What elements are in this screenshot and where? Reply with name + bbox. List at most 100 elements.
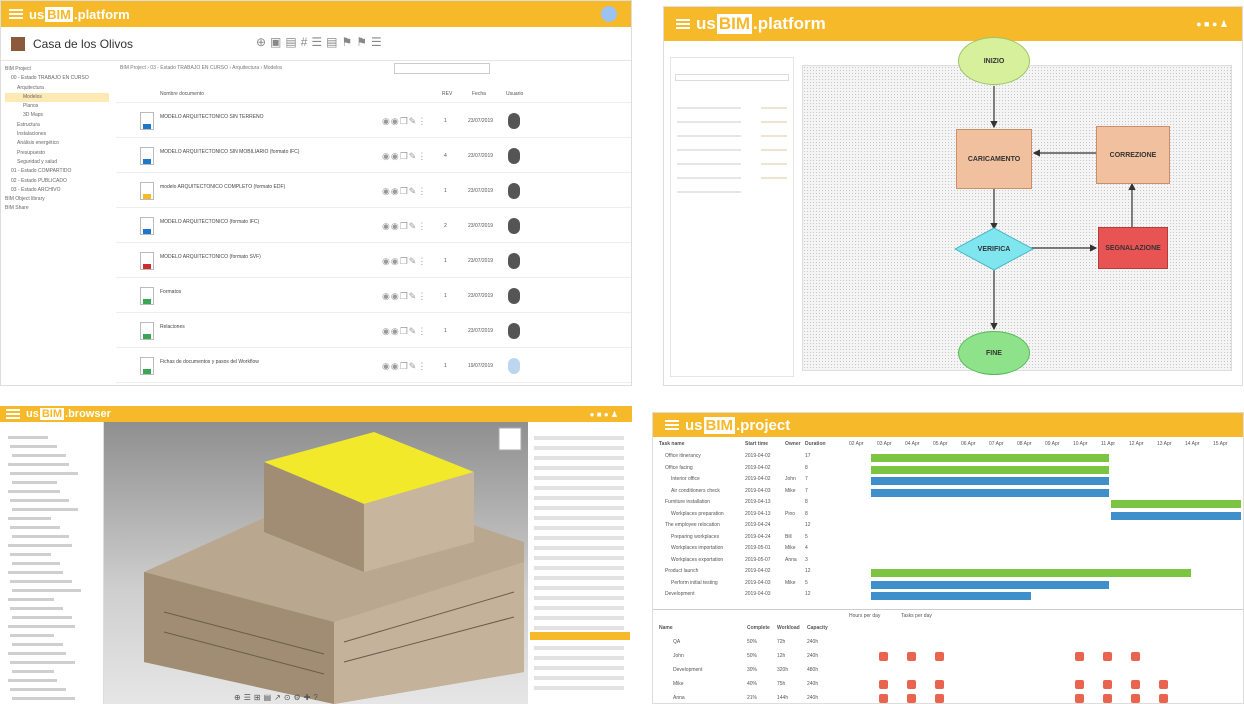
- menu-icon[interactable]: [6, 409, 20, 419]
- tree-item[interactable]: Estructura: [5, 121, 109, 130]
- resource-cell[interactable]: 75h: [777, 681, 785, 687]
- tree-item[interactable]: BIM Project: [5, 65, 109, 74]
- task-cell[interactable]: Workplaces importation: [671, 545, 751, 551]
- row-actions[interactable]: ◉◉❐✎⋮: [382, 291, 427, 302]
- resource-col-header[interactable]: Complete: [747, 625, 770, 631]
- table-row[interactable]: Fichas de documentos y pasos del Workflo…: [116, 350, 631, 383]
- tree-row[interactable]: [12, 535, 69, 538]
- resource-cell[interactable]: 21%: [747, 695, 757, 701]
- gantt-bar[interactable]: [871, 592, 1031, 600]
- tree-row[interactable]: [8, 463, 69, 466]
- task-cell[interactable]: 2019-04-02: [745, 476, 781, 482]
- fix-node[interactable]: CORREZIONE: [1096, 126, 1170, 184]
- tree-row[interactable]: [10, 607, 63, 610]
- gantt-bar[interactable]: [1111, 500, 1241, 508]
- task-cell[interactable]: 8: [805, 511, 841, 517]
- resource-cell[interactable]: 50%: [747, 653, 757, 659]
- task-cell[interactable]: Product launch: [665, 568, 745, 574]
- end-node[interactable]: FINE: [958, 331, 1030, 375]
- gantt-col-header[interactable]: Owner: [785, 441, 801, 447]
- col-name[interactable]: Nombre documento: [160, 91, 204, 97]
- tree-row[interactable]: [12, 454, 66, 457]
- resource-cell[interactable]: John: [673, 653, 684, 659]
- row-actions[interactable]: ◉◉❐✎⋮: [382, 116, 427, 127]
- resource-cell[interactable]: 144h: [777, 695, 788, 701]
- task-cell[interactable]: 2019-04-24: [745, 522, 781, 528]
- task-cell[interactable]: 12: [805, 591, 841, 597]
- start-node[interactable]: INIZIO: [958, 37, 1030, 85]
- tree-row[interactable]: [10, 445, 57, 448]
- tree-item[interactable]: Análisis energético: [5, 139, 109, 148]
- gantt-bar[interactable]: [871, 477, 1109, 485]
- col-rev[interactable]: REV: [442, 91, 452, 97]
- resource-cell[interactable]: 240h: [807, 695, 818, 701]
- gantt-bar[interactable]: [871, 465, 1109, 474]
- tree-row[interactable]: [8, 436, 48, 439]
- document-name[interactable]: MODELO ARQUITECTÓNICO SIN MOBILIARIO (fo…: [160, 149, 370, 155]
- task-cell[interactable]: The employee relocation: [665, 522, 745, 528]
- task-cell[interactable]: Perform initial testing: [671, 580, 751, 586]
- row-actions[interactable]: ◉◉❐✎⋮: [382, 361, 427, 372]
- tree-item[interactable]: 03 - Estado ARCHIVO: [5, 186, 109, 195]
- table-row[interactable]: Relaciones ◉◉❐✎⋮ 1 23/07/2019: [116, 315, 631, 348]
- tree-row[interactable]: [10, 634, 54, 637]
- task-cell[interactable]: 2019-04-03: [745, 591, 781, 597]
- tree-row[interactable]: [12, 481, 57, 484]
- tree-item[interactable]: 3D Maps: [5, 111, 109, 120]
- row-actions[interactable]: ◉◉❐✎⋮: [382, 186, 427, 197]
- tree-row[interactable]: [10, 580, 72, 583]
- resource-cell[interactable]: 72h: [777, 639, 785, 645]
- task-cell[interactable]: Office itinerancy: [665, 453, 745, 459]
- resource-col-header[interactable]: Capacity: [807, 625, 828, 631]
- tree-item[interactable]: 01 - Estado COMPARTIDO: [5, 167, 109, 176]
- task-cell[interactable]: 2019-04-02: [745, 453, 781, 459]
- resource-col-header[interactable]: Name: [659, 625, 673, 631]
- task-cell[interactable]: Preparing workplaces: [671, 534, 751, 540]
- tree-row[interactable]: [12, 508, 78, 511]
- gantt-bar[interactable]: [1111, 511, 1241, 520]
- menu-icon[interactable]: [665, 420, 679, 430]
- task-cell[interactable]: Development: [665, 591, 745, 597]
- tree-row[interactable]: [8, 571, 63, 574]
- table-row[interactable]: modelo ARQUITECTÓNICO COMPLETO (formato …: [116, 175, 631, 208]
- resource-col-header[interactable]: Workload: [777, 625, 800, 631]
- resource-cell[interactable]: 12h: [777, 653, 785, 659]
- breadcrumb[interactable]: BIM Project › 03 - Estado TRABAJO EN CUR…: [120, 65, 282, 71]
- load-node[interactable]: CARICAMENTO: [956, 129, 1032, 189]
- task-cell[interactable]: 17: [805, 453, 841, 459]
- viewer-toolbar[interactable]: ⊕☰⊞▤↗⊙⚙✚?: [234, 693, 321, 702]
- gantt-bar[interactable]: [871, 580, 1109, 589]
- gantt-bar[interactable]: [871, 454, 1109, 462]
- task-cell[interactable]: 2019-04-03: [745, 580, 781, 586]
- document-name[interactable]: Fichas de documentos y pasos del Workflo…: [160, 359, 370, 365]
- tree-row[interactable]: [12, 562, 60, 565]
- table-row[interactable]: MODELO ARQUITECTÓNICO (formato SVF) ◉◉❐✎⋮…: [116, 245, 631, 278]
- tree-row[interactable]: [12, 616, 72, 619]
- task-cell[interactable]: Furniture installation: [665, 499, 745, 505]
- resource-cell[interactable]: 240h: [807, 639, 818, 645]
- tree-row[interactable]: [12, 643, 63, 646]
- resource-cell[interactable]: 240h: [807, 653, 818, 659]
- table-row[interactable]: MODELO ARQUITECTÓNICO SIN TERRENO ◉◉❐✎⋮ 1 2…: [116, 105, 631, 138]
- tree-item[interactable]: Instalaciones: [5, 130, 109, 139]
- report-node[interactable]: SEGNALAZIONE: [1098, 227, 1168, 269]
- document-name[interactable]: modelo ARQUITECTÓNICO COMPLETO (formato …: [160, 184, 370, 190]
- tree-item[interactable]: 02 - Estado PUBLICADO: [5, 177, 109, 186]
- resource-cell[interactable]: 240h: [807, 681, 818, 687]
- row-actions[interactable]: ◉◉❐✎⋮: [382, 151, 427, 162]
- task-cell[interactable]: 7: [805, 476, 841, 482]
- document-name[interactable]: Formatos: [160, 289, 370, 295]
- menu-icon[interactable]: [9, 9, 23, 19]
- task-cell[interactable]: 2019-04-03: [745, 488, 781, 494]
- task-cell[interactable]: 2019-05-01: [745, 545, 781, 551]
- task-cell[interactable]: Air conditioners check: [671, 488, 751, 494]
- task-cell[interactable]: 2019-04-13: [745, 511, 781, 517]
- task-cell[interactable]: Interior office: [671, 476, 751, 482]
- document-name[interactable]: MODELO ARQUITECTÓNICO SIN TERRENO: [160, 114, 370, 120]
- task-cell[interactable]: 2019-04-24: [745, 534, 781, 540]
- resource-cell[interactable]: Development: [673, 667, 702, 673]
- tree-row[interactable]: [10, 688, 66, 691]
- task-cell[interactable]: Workplaces exportation: [671, 557, 751, 563]
- resource-cell[interactable]: 30%: [747, 667, 757, 673]
- avatar[interactable]: [601, 6, 617, 22]
